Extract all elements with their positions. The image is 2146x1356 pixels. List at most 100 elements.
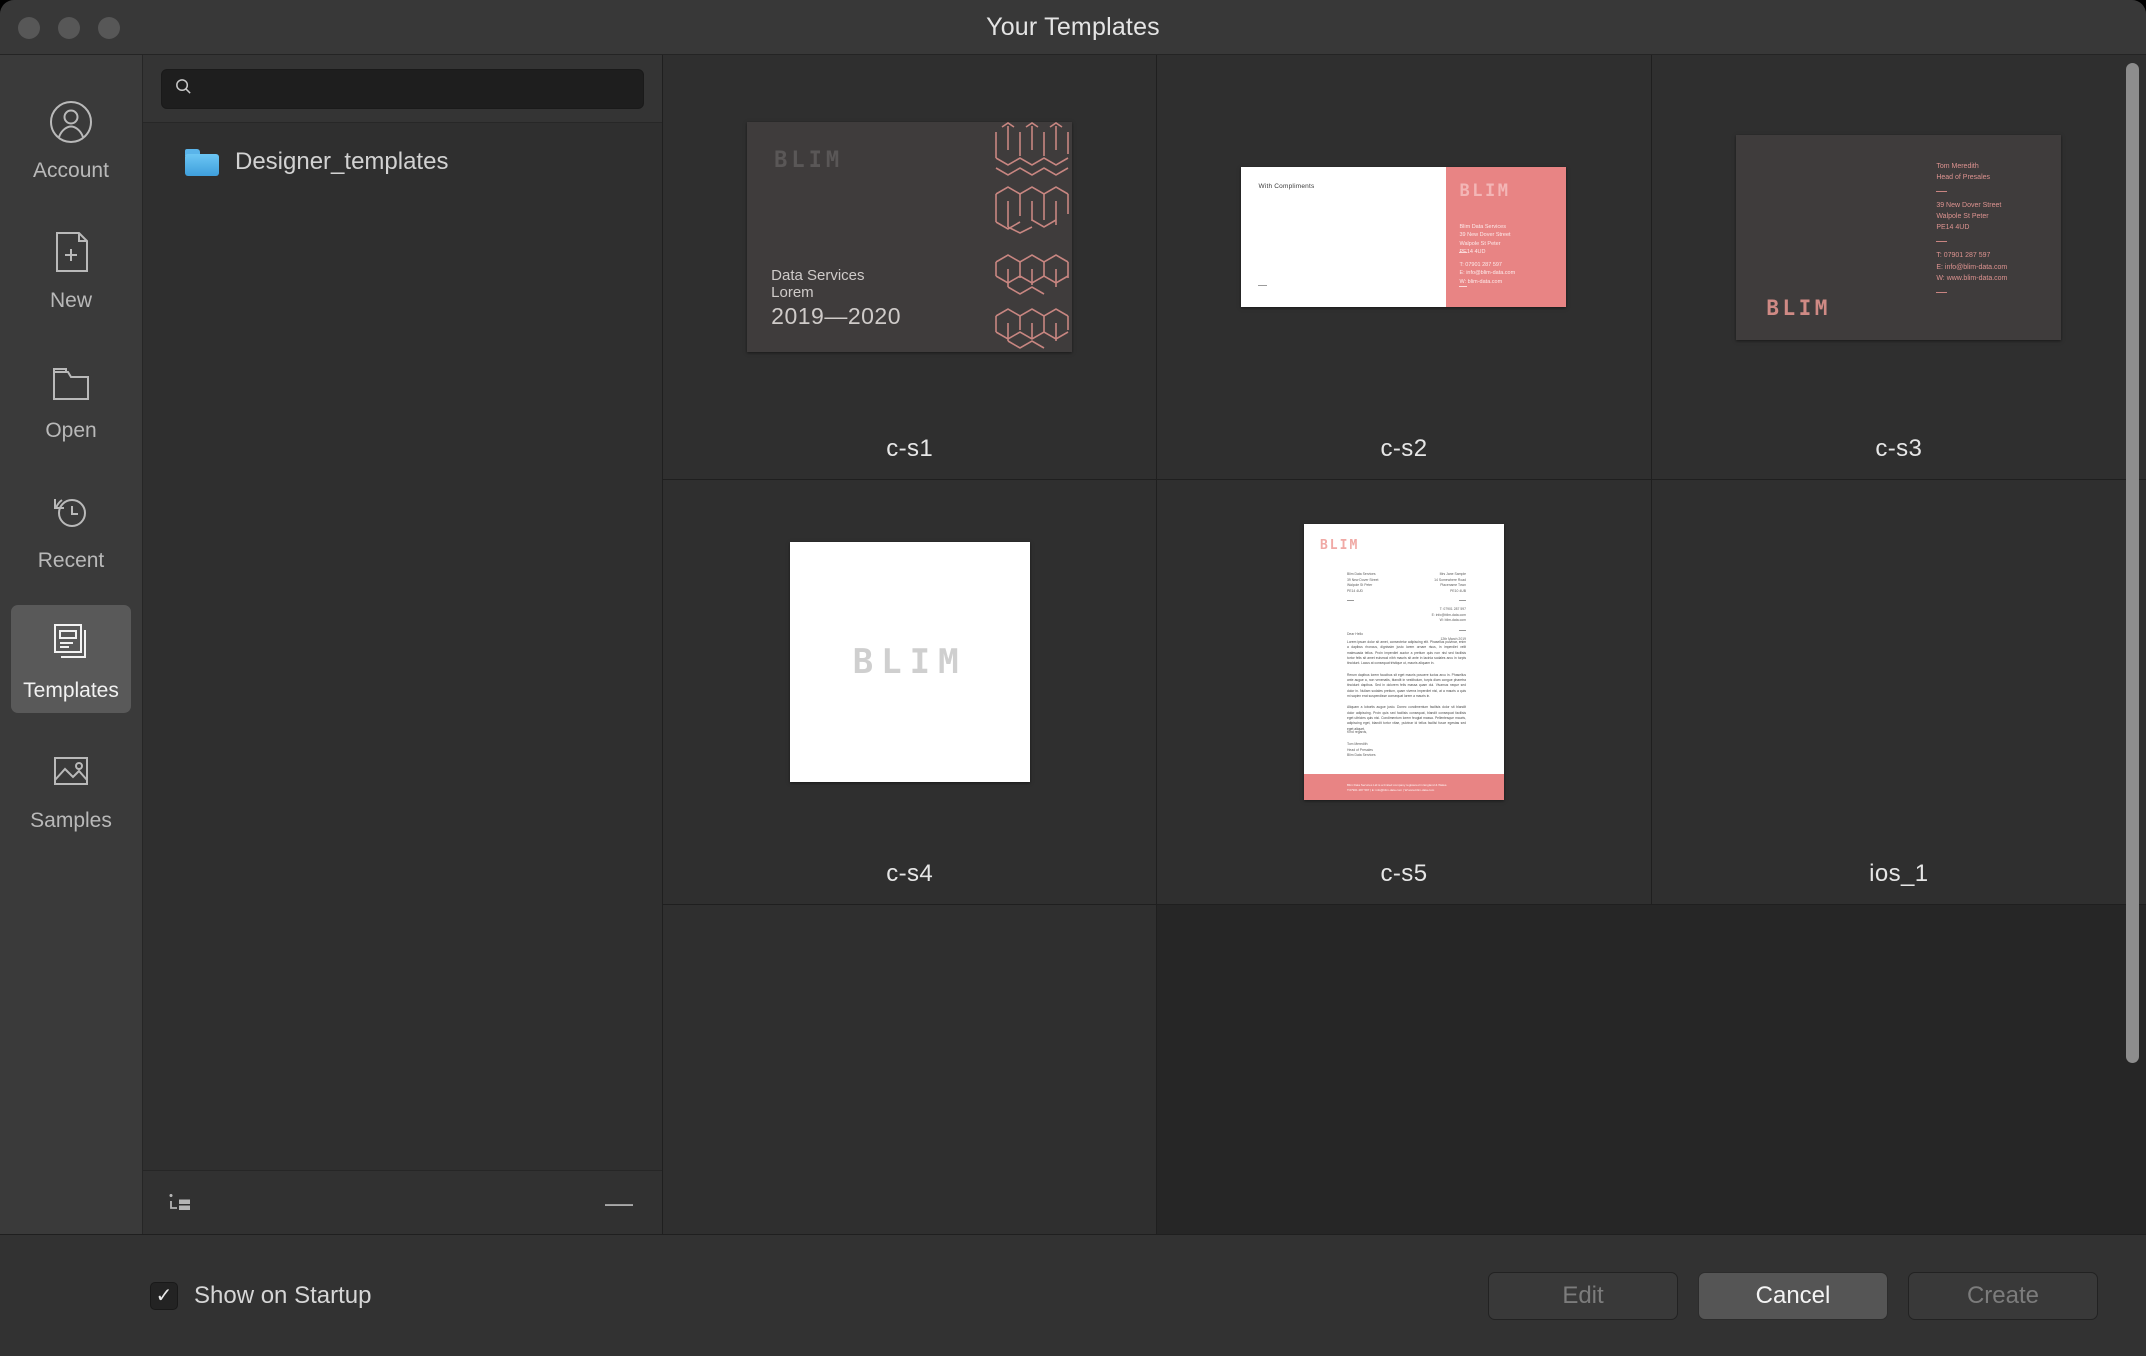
cancel-button[interactable]: Cancel xyxy=(1698,1271,1888,1320)
letter-paragraph: Lorem ipsum dolor sit amet, consectetur … xyxy=(1346,640,1466,666)
template-name: c-s4 xyxy=(886,860,934,887)
template-preview-c-s4: BLIM xyxy=(789,542,1030,782)
address-line: Blim Data Services xyxy=(1346,572,1376,576)
brand-logo: BLIM xyxy=(852,642,967,682)
template-thumbnail-slot: With Compliments BLIM Blim Data Services… xyxy=(1157,55,1650,419)
template-thumbnail-slot: BLIM Data Services Lorem 2019—2020 xyxy=(663,55,1156,419)
sidebar-item-account[interactable]: Account xyxy=(11,85,131,193)
window-titlebar: Your Templates xyxy=(0,0,2146,55)
letter-body: Lorem ipsum dolor sit amet, consectetur … xyxy=(1347,640,1466,738)
card-rule xyxy=(1936,292,1948,293)
brand-logo: BLIM xyxy=(774,148,844,173)
sidebar-item-label: Account xyxy=(33,159,109,182)
brand-logo: BLIM xyxy=(1766,295,1831,320)
search-box[interactable] xyxy=(161,68,644,109)
template-cell[interactable]: BLIM Blim Data Services 39 New Dover Str… xyxy=(1157,480,1652,905)
contact-line: T: 07901 287 597 xyxy=(1936,252,1991,260)
template-grid-container: BLIM Data Services Lorem 2019—2020 c-s1 … xyxy=(663,55,2146,1234)
slip-rule xyxy=(1459,286,1468,287)
sidebar-item-templates[interactable]: Templates xyxy=(11,605,131,713)
sidebar-item-samples[interactable]: Samples xyxy=(11,735,131,843)
search-input[interactable] xyxy=(201,77,631,100)
remove-icon[interactable]: — xyxy=(602,1188,636,1217)
template-preview-c-s2: With Compliments BLIM Blim Data Services… xyxy=(1241,167,1567,307)
template-cell[interactable]: BLIM Tom Meredith Head of Presales 39 Ne… xyxy=(1651,55,2146,480)
footer-line: T:07901 287 597 | E: info@blim-data.com … xyxy=(1346,787,1435,792)
sidebar-item-label: Templates xyxy=(23,679,119,702)
folder-list: Designer_templates xyxy=(143,123,662,1170)
template-name: ios_1 xyxy=(1869,860,1929,887)
brand-logo: BLIM xyxy=(1319,538,1360,553)
template-name: c-s2 xyxy=(1380,435,1428,462)
template-cell-empty xyxy=(1651,905,2146,1234)
address-line: Walpole St Peter xyxy=(1936,213,1989,221)
address-line: PE10 4UB xyxy=(1450,588,1466,593)
slip-contact: T: 07901 287 597 E: info@blim-data.com W… xyxy=(1459,261,1515,286)
contact-line: W: blim-data.com xyxy=(1439,618,1466,623)
sidebar-item-recent[interactable]: Recent xyxy=(11,475,131,583)
template-name: c-s3 xyxy=(1875,435,1923,462)
add-template-folder-icon[interactable] xyxy=(165,1186,199,1220)
window-title: Your Templates xyxy=(986,13,1160,41)
card-rule xyxy=(1936,241,1948,243)
card-person-title: Head of Presales xyxy=(1936,173,1991,181)
create-button[interactable]: Create xyxy=(1908,1271,2098,1320)
search-bar xyxy=(143,55,662,123)
letter-to-block: Mrs Jane Sample 14 Somewhere Road Placen… xyxy=(1432,572,1466,642)
templates-icon xyxy=(44,615,98,669)
letter-from-block: Blim Data Services 39 New Dover Street W… xyxy=(1346,572,1378,602)
slip-left-panel: With Compliments xyxy=(1241,167,1446,307)
card-details: Tom Meredith Head of Presales 39 New Dov… xyxy=(1936,161,2007,302)
address-line: PE14 4UD xyxy=(1936,224,1970,232)
contact-line: W: blim-data.com xyxy=(1459,278,1503,285)
folder-panel-footer: — xyxy=(143,1170,662,1234)
contact-line: E: info@blim-data.com xyxy=(1459,270,1516,277)
new-document-icon xyxy=(44,225,98,279)
isometric-pattern xyxy=(995,122,1069,349)
sidebar-item-label: Samples xyxy=(30,809,112,832)
dialog-body: Account New Open Recent Templates Sample… xyxy=(0,55,2146,1234)
clock-history-icon xyxy=(44,485,98,539)
template-preview-c-s3: BLIM Tom Meredith Head of Presales 39 Ne… xyxy=(1736,134,2062,340)
template-preview-c-s5: BLIM Blim Data Services 39 New Dover Str… xyxy=(1303,524,1504,800)
template-name: c-s1 xyxy=(886,435,934,462)
edit-button[interactable]: Edit xyxy=(1488,1271,1678,1320)
card-rule xyxy=(1936,190,1948,192)
template-cell-empty xyxy=(1157,905,1652,1234)
slip-accent-panel: BLIM Blim Data Services 39 New Dover Str… xyxy=(1446,167,1567,307)
template-cell[interactable]: With Compliments BLIM Blim Data Services… xyxy=(1157,55,1652,480)
sidebar-item-label: Open xyxy=(45,419,97,442)
image-icon xyxy=(44,745,98,799)
list-item[interactable]: Designer_templates xyxy=(143,139,662,185)
template-thumbnail-slot: BLIM Tom Meredith Head of Presales 39 Ne… xyxy=(1652,55,2146,419)
show-on-startup-label: Show on Startup xyxy=(194,1281,372,1309)
folder-panel: Designer_templates — xyxy=(143,55,663,1234)
contact-line: T: 07901 287 597 xyxy=(1459,262,1502,268)
slip-heading: With Compliments xyxy=(1258,183,1315,190)
template-cell[interactable]: ios_1 xyxy=(1651,480,2146,905)
sidebar-item-label: New xyxy=(49,289,92,312)
template-name: c-s5 xyxy=(1380,860,1428,887)
letter-paragraph: Aliquam a lobortis augue justo. Donec co… xyxy=(1346,705,1466,731)
show-on-startup-control[interactable]: ✓ Show on Startup xyxy=(150,1281,1468,1310)
vertical-scrollbar[interactable] xyxy=(2126,63,2139,1063)
templates-dialog-window: Your Templates Account New Open Recent T… xyxy=(0,0,2146,1356)
template-cell[interactable]: BLIM c-s4 xyxy=(663,480,1158,905)
template-cell[interactable]: BLIM Data Services Lorem 2019—2020 c-s1 xyxy=(663,55,1158,480)
cover-line-2: Lorem xyxy=(771,284,814,302)
dialog-footer: ✓ Show on Startup Edit Cancel Create xyxy=(0,1234,2146,1356)
slip-rule xyxy=(1459,252,1468,253)
sidebar-item-new[interactable]: New xyxy=(11,215,131,323)
cover-line-3: 2019—2020 xyxy=(771,303,901,329)
address-line: 39 New Dover Street xyxy=(1459,232,1511,239)
address-line: Walpole St Peter xyxy=(1459,240,1501,247)
address-line: 39 New Dover Street xyxy=(1936,201,2002,209)
template-grid: BLIM Data Services Lorem 2019—2020 c-s1 … xyxy=(663,55,2146,1234)
cover-line-1: Data Services xyxy=(771,266,865,284)
show-on-startup-checkbox[interactable]: ✓ xyxy=(150,1281,178,1310)
card-person-name: Tom Meredith xyxy=(1936,162,1979,170)
search-icon xyxy=(174,77,193,101)
sidebar-item-open[interactable]: Open xyxy=(11,345,131,453)
slip-rule xyxy=(1258,285,1268,286)
letter-paragraph: Rerum dapibus lorem faucibus sit eget ma… xyxy=(1346,672,1466,698)
